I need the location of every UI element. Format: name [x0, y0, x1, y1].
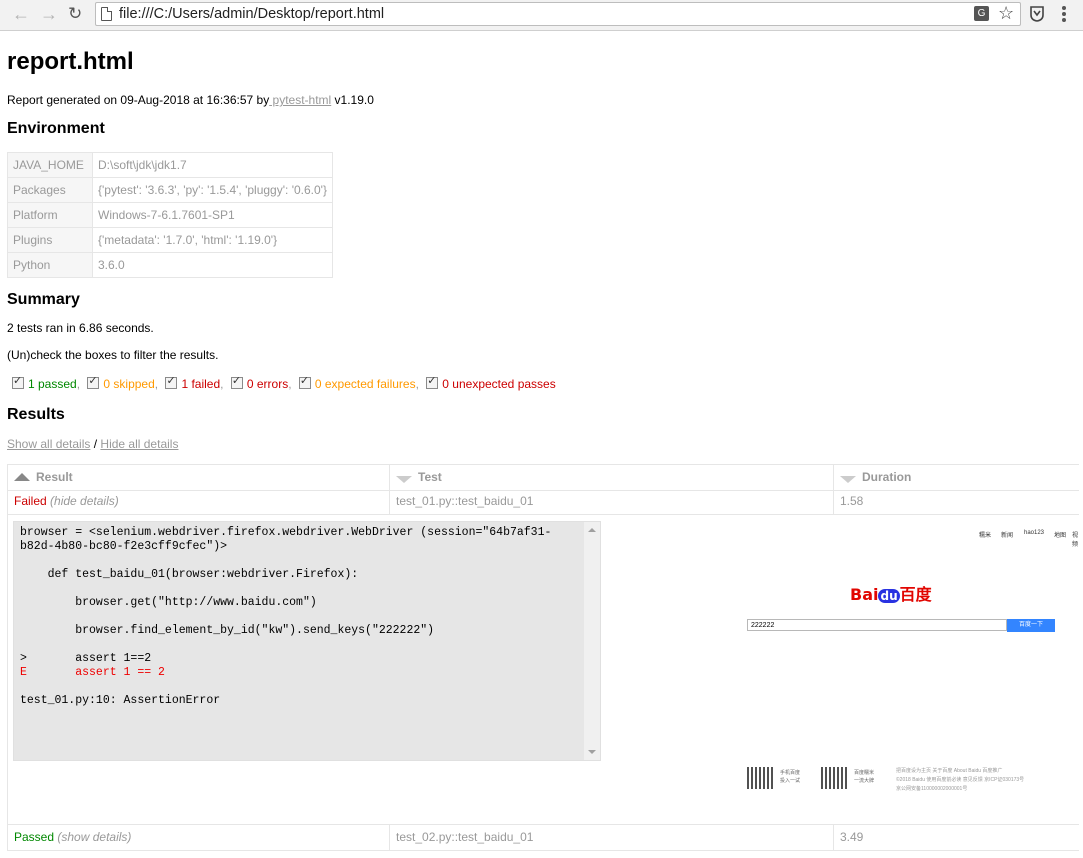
- pytest-html-link[interactable]: pytest-html: [269, 93, 332, 107]
- col-duration-header[interactable]: Duration: [833, 465, 1079, 490]
- screenshot-search-box: 222222: [747, 619, 1007, 631]
- sort-desc-icon: [840, 476, 856, 483]
- environment-heading: Environment: [7, 120, 105, 137]
- generated-info: Report generated on 09-Aug-2018 at 16:36…: [7, 93, 374, 107]
- summary-tests-ran: 2 tests ran in 6.86 seconds.: [7, 321, 154, 335]
- bookmark-star-icon[interactable]: ☆: [998, 3, 1014, 24]
- toggle-details-link[interactable]: (hide details): [50, 494, 119, 508]
- environment-table: JAVA_HOME D:\soft\jdk\jdk1.7 Packages {'py…: [7, 152, 333, 278]
- scroll-down-icon[interactable]: [588, 750, 596, 754]
- show-all-details-link[interactable]: Show all details: [7, 437, 90, 451]
- toggle-details-link[interactable]: (show details): [57, 830, 131, 844]
- failure-screenshot: 糯米 新闻 hao123 地图 视频 Bai du 百度 222222 百度一下 手…: [738, 515, 1080, 805]
- test-name-cell: test_02.py::test_baidu_01: [389, 825, 833, 850]
- scroll-up-icon[interactable]: [588, 528, 596, 532]
- col-test-header[interactable]: Test: [389, 465, 833, 490]
- env-row: JAVA_HOME D:\soft\jdk\jdk1.7: [7, 152, 333, 178]
- log-scrollbar[interactable]: [584, 522, 600, 760]
- result-cell: Failed (hide details): [7, 489, 389, 514]
- extension-shield-icon[interactable]: [1030, 6, 1044, 22]
- back-icon[interactable]: ←: [12, 4, 30, 24]
- filter-errors[interactable]: 0 errors,: [230, 374, 292, 391]
- table-row: Passed (show details) test_02.py::test_b…: [7, 825, 1079, 851]
- forward-icon[interactable]: →: [40, 4, 58, 24]
- page-title: report.html: [7, 48, 134, 75]
- failed-checkbox[interactable]: [165, 374, 178, 389]
- summary-heading: Summary: [7, 291, 80, 308]
- duration-cell: 1.58: [833, 489, 1079, 514]
- page-icon: [101, 7, 112, 21]
- traceback-log: browser = <selenium.webdriver.firefox.we…: [13, 521, 601, 761]
- address-bar[interactable]: file:///C:/Users/admin/Desktop/report.ht…: [95, 2, 1021, 26]
- filter-skipped[interactable]: 0 skipped,: [87, 374, 158, 391]
- passed-checkbox[interactable]: [12, 374, 24, 389]
- reload-icon[interactable]: ↻: [68, 4, 82, 24]
- translate-icon[interactable]: G: [974, 6, 989, 21]
- result-filters: 1 passed, 0 skipped, 1 failed, 0 errors,…: [12, 374, 560, 391]
- hide-all-details-link[interactable]: Hide all details: [100, 437, 178, 451]
- screenshot-search-button: 百度一下: [1007, 619, 1055, 632]
- qr-code-icon: [747, 767, 775, 789]
- unexpected-passes-checkbox[interactable]: [426, 374, 439, 389]
- table-row: Failed (hide details) test_01.py::test_b…: [7, 489, 1079, 515]
- env-row: Plugins {'metadata': '1.7.0', 'html': '1.…: [7, 227, 333, 253]
- test-name-cell: test_01.py::test_baidu_01: [389, 489, 833, 514]
- env-row: Python 3.6.0: [7, 252, 333, 278]
- detail-links: Show all details / Hide all details: [7, 437, 179, 451]
- summary-filter-hint: (Un)check the boxes to filter the result…: [7, 348, 219, 362]
- results-heading: Results: [7, 406, 65, 423]
- results-header-row: Result Test Duration: [7, 464, 1079, 491]
- errors-checkbox[interactable]: [230, 374, 243, 389]
- filter-unexpected-passes[interactable]: 0 unexpected passes: [426, 374, 556, 391]
- env-row: Platform Windows-7-6.1.7601-SP1: [7, 202, 333, 228]
- filter-failed[interactable]: 1 failed,: [165, 374, 224, 391]
- result-cell: Passed (show details): [7, 825, 389, 850]
- duration-cell: 3.49: [833, 825, 1079, 850]
- url-text[interactable]: file:///C:/Users/admin/Desktop/report.ht…: [119, 6, 384, 22]
- expected-failures-checkbox[interactable]: [298, 374, 311, 389]
- browser-toolbar: ← → ↻ file:///C:/Users/admin/Desktop/rep…: [0, 0, 1083, 31]
- sort-asc-icon: [14, 473, 30, 481]
- env-row: Packages {'pytest': '3.6.3', 'py': '1.5.4…: [7, 177, 333, 203]
- sort-desc-icon: [396, 476, 412, 483]
- baidu-logo: Bai du 百度: [850, 585, 932, 604]
- browser-menu-icon[interactable]: [1062, 6, 1066, 24]
- skipped-checkbox[interactable]: [87, 374, 100, 389]
- col-result-header[interactable]: Result: [7, 465, 389, 490]
- filter-expected-failures[interactable]: 0 expected failures,: [298, 374, 419, 391]
- failure-details: browser = <selenium.webdriver.firefox.we…: [7, 515, 1080, 825]
- qr-code-icon: [821, 767, 849, 789]
- filter-passed[interactable]: 1 passed,: [12, 374, 80, 391]
